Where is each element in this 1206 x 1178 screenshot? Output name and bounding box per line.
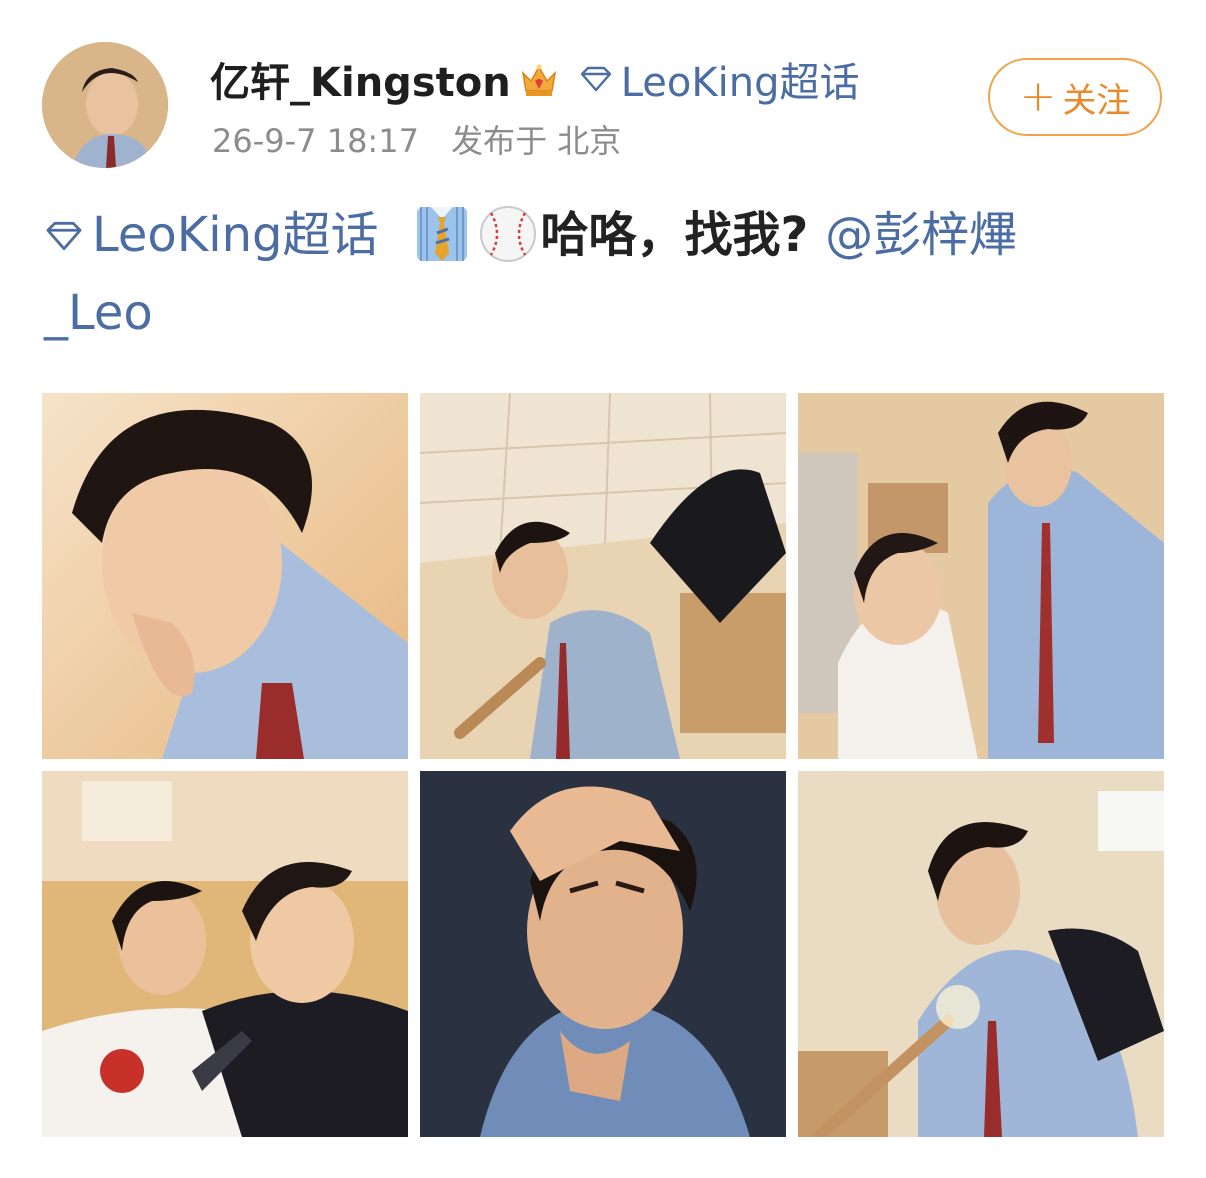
avatar-image (42, 42, 168, 168)
post-topic-label: LeoKing超话 (92, 207, 379, 263)
avatar[interactable] (42, 42, 168, 168)
mention-text: @彭梓熚 (825, 207, 1018, 263)
diamond-icon (44, 196, 84, 274)
post-location: 发布于 北京 (451, 122, 622, 160)
photo-4[interactable] (42, 771, 408, 1137)
necktie-emoji-icon (411, 203, 473, 265)
crown-badge-icon (517, 57, 561, 101)
photo-3[interactable] (798, 393, 1164, 759)
post-header-line: 亿轩_Kingston LeoKing超话 (210, 50, 859, 108)
follow-button[interactable]: + 关注 (988, 58, 1162, 136)
photo-2[interactable] (420, 393, 786, 759)
post-topic-link[interactable]: LeoKing超话 (44, 196, 379, 274)
super-topic-link[interactable]: LeoKing超话 (579, 50, 860, 108)
plus-icon: + (1019, 71, 1057, 122)
baseball-emoji-icon (477, 203, 539, 265)
post-meta: 26-9-7 18:17 发布于 北京 (212, 116, 621, 162)
photo-grid (42, 393, 1164, 1137)
follow-label: 关注 (1062, 80, 1131, 121)
super-topic-label: LeoKing超话 (620, 60, 860, 106)
username[interactable]: 亿轩_Kingston (210, 50, 511, 108)
diamond-icon (579, 56, 613, 102)
post-time: 26-9-7 18:17 (212, 122, 419, 160)
post-message: 哈咯，找我? (540, 207, 809, 263)
mention-text-continued: _Leo (44, 285, 153, 341)
photo-1[interactable] (42, 393, 408, 759)
photo-6[interactable] (798, 771, 1164, 1137)
post-body-text: LeoKing超话 哈咯，找我? @彭梓熚 _Leo (44, 196, 1164, 352)
photo-5[interactable] (420, 771, 786, 1137)
